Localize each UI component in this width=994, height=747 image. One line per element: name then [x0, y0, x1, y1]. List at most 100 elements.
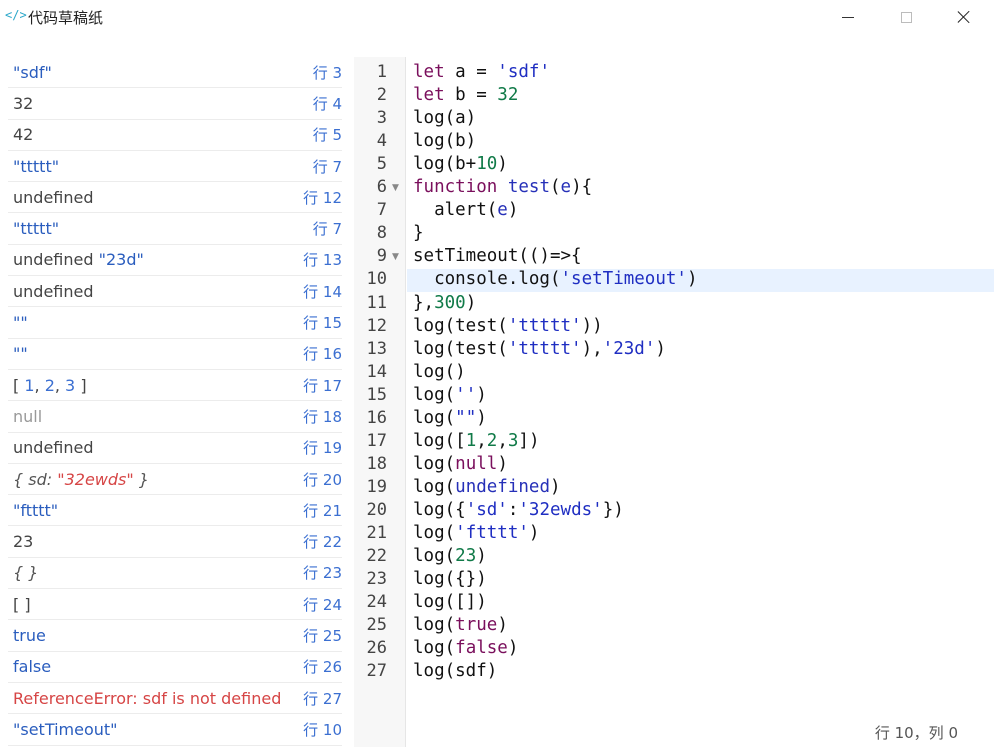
output-row[interactable]: undefined 行 14 [8, 276, 342, 308]
output-row[interactable]: true 行 25 [8, 620, 342, 652]
code-line[interactable]: log([1,2,3]) [413, 431, 540, 451]
line-number: 8 [376, 223, 387, 244]
code-line[interactable]: log('') [413, 385, 487, 405]
output-line-link[interactable]: 行 22 [303, 531, 342, 552]
output-row[interactable]: { sd: "32ewds" } 行 20 [8, 464, 342, 496]
output-value: "setTimeout" [13, 720, 118, 739]
code-line[interactable]: log("") [413, 408, 487, 428]
output-line-link[interactable]: 行 19 [303, 437, 342, 458]
close-button[interactable] [935, 0, 993, 34]
code-token: log( [413, 638, 456, 659]
output-value-part: 2 [44, 375, 55, 395]
output-line-link[interactable]: 行 5 [313, 124, 342, 145]
code-token: setTimeout(()=>{ [413, 246, 582, 267]
code-line[interactable]: setTimeout(()=>{ [413, 246, 582, 266]
code-line[interactable]: alert(e) [413, 200, 518, 220]
code-token: log([ [413, 430, 466, 451]
output-row[interactable]: "" 行 15 [8, 307, 342, 339]
output-line-link[interactable]: 行 18 [303, 406, 342, 427]
code-token: 1 [465, 430, 477, 451]
output-row[interactable]: false 行 26 [8, 652, 342, 683]
code-line[interactable]: let b = 32 [413, 85, 518, 105]
code-line[interactable]: log(true) [413, 615, 508, 635]
output-row[interactable]: { } 行 23 [8, 558, 342, 590]
output-line-link[interactable]: 行 26 [303, 656, 342, 677]
output-line-link[interactable]: 行 20 [303, 469, 342, 490]
output-row[interactable]: "ttttt" 行 7 [8, 151, 342, 183]
output-row[interactable]: [ ] 行 24 [8, 589, 342, 621]
output-row[interactable]: 32 行 4 [8, 88, 342, 120]
output-row[interactable]: 23 行 22 [8, 527, 342, 558]
code-line[interactable]: log(false) [413, 638, 518, 658]
code-line[interactable]: log('ftttt') [413, 523, 539, 543]
output-row[interactable]: "setTimeout" 行 10 [8, 714, 342, 746]
output-line-link[interactable]: 行 12 [303, 187, 342, 208]
line-number: 7 [376, 200, 387, 221]
output-line-link[interactable]: 行 4 [313, 93, 342, 114]
output-value-part: undefined [13, 187, 94, 207]
line-number: 9 [376, 246, 387, 267]
output-line-link[interactable]: 行 17 [303, 375, 342, 396]
output-line-link[interactable]: 行 16 [303, 343, 342, 364]
code-line[interactable]: },300) [413, 293, 476, 313]
code-line[interactable]: log(undefined) [413, 477, 561, 497]
output-line-link[interactable]: 行 21 [303, 500, 342, 521]
output-row[interactable]: "ftttt" 行 21 [8, 495, 342, 527]
code-line[interactable]: function test(e){ [413, 177, 592, 197]
code-editor[interactable]: 1 2 3 4 5 6 ▼ 7 8 9 ▼ 10 11 12 13 14 15 16 17 18 19 20 21 22 23 2… [354, 57, 994, 747]
output-line-link[interactable]: 行 24 [303, 594, 342, 615]
code-line[interactable]: } [413, 223, 424, 243]
output-value-part: "sdf" [13, 62, 52, 82]
output-line-link[interactable]: 行 15 [303, 312, 342, 333]
output-line-link[interactable]: 行 13 [303, 249, 342, 270]
code-line[interactable]: console.log('setTimeout') [413, 269, 697, 289]
code-line[interactable]: log({'sd':'32ewds'}) [413, 500, 624, 520]
output-row[interactable]: 42 行 5 [8, 120, 342, 151]
code-line[interactable]: log(sdf) [413, 661, 497, 681]
fold-arrow-icon[interactable]: ▼ [392, 252, 399, 262]
output-row[interactable]: null 行 18 [8, 401, 342, 433]
output-row[interactable]: undefined 行 12 [8, 182, 342, 214]
output-row[interactable]: undefined 行 19 [8, 433, 342, 464]
output-line-link[interactable]: 行 23 [303, 562, 342, 583]
code-line[interactable]: log() [413, 362, 466, 382]
fold-arrow-icon[interactable]: ▼ [392, 183, 399, 193]
code-line[interactable]: log(23) [413, 546, 487, 566]
code-icon: </> [5, 8, 27, 22]
output-line-link[interactable]: 行 14 [303, 281, 342, 302]
output-value: "" [13, 313, 28, 332]
minimize-button[interactable] [819, 0, 877, 34]
code-line[interactable]: log(test('ttttt'),'23d') [413, 339, 666, 359]
code-line[interactable]: log(test('ttttt')) [413, 316, 603, 336]
code-line[interactable]: log(b+10) [413, 154, 508, 174]
code-line[interactable]: log({}) [413, 569, 487, 589]
code-token: log({ [413, 499, 466, 520]
output-row[interactable]: "" 行 16 [8, 339, 342, 370]
output-value-part: true [13, 626, 46, 646]
code-line[interactable]: log(null) [413, 454, 508, 474]
maximize-button[interactable] [877, 0, 935, 34]
code-line[interactable]: log(b) [413, 131, 476, 151]
code-line[interactable]: log([]) [413, 592, 487, 612]
output-line-link[interactable]: 行 27 [303, 688, 342, 709]
code-token: log(test( [413, 338, 508, 359]
output-row[interactable]: "sdf" 行 3 [8, 57, 342, 89]
output-line-link[interactable]: 行 10 [303, 719, 342, 740]
output-row[interactable]: [ 1, 2, 3 ] 行 17 [8, 370, 342, 402]
output-line-link[interactable]: 行 3 [313, 62, 342, 83]
code-token: log(b+ [413, 154, 477, 175]
code-token: 10 [476, 154, 498, 175]
code-line[interactable]: let a = 'sdf' [413, 62, 550, 82]
output-value-part: "23d" [98, 250, 144, 270]
output-line-link[interactable]: 行 25 [303, 625, 342, 646]
code-token: } [413, 223, 424, 244]
code-token: 2 [486, 430, 498, 451]
output-row[interactable]: ReferenceError: sdf is not defined 行 27 [8, 683, 342, 715]
code-line[interactable]: log(a) [413, 108, 476, 128]
output-row[interactable]: "ttttt" 行 7 [8, 214, 342, 245]
output-line-link[interactable]: 行 7 [313, 156, 342, 177]
output-row[interactable]: undefined "23d" 行 13 [8, 245, 342, 277]
output-value: { } [13, 563, 38, 582]
output-line-link[interactable]: 行 7 [313, 218, 342, 239]
code-token: 23 [455, 546, 477, 567]
